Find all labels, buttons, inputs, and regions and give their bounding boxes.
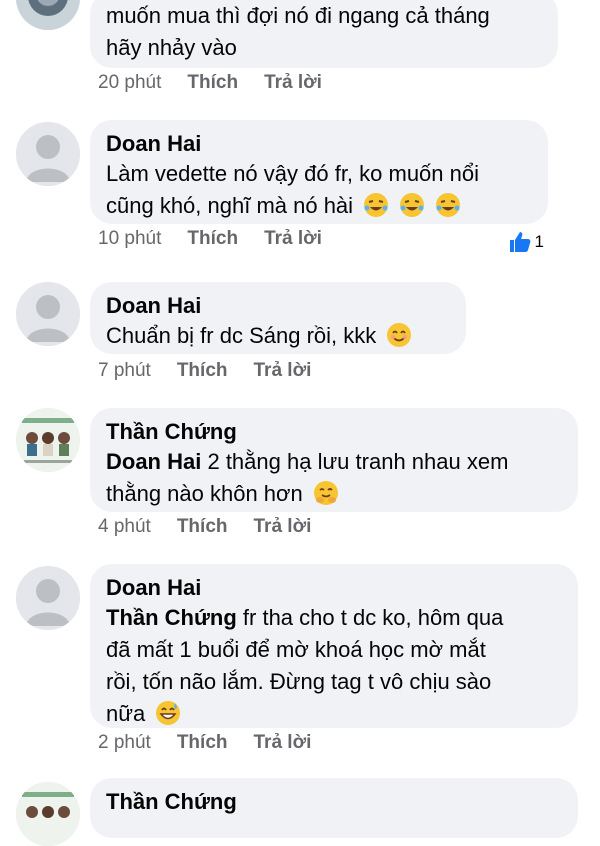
comment-author[interactable]: Doan Hai	[106, 130, 532, 158]
comment-bubble: Doan Hai Chuẩn bị fr dc Sáng rồi, kkk	[90, 282, 466, 354]
comment-text: rồi, tốn não lắm. Đừng tag t vô chịu sào	[106, 669, 492, 694]
comment-text: fr tha cho t dc ko, hôm qua	[236, 605, 504, 630]
commenter-avatar[interactable]	[16, 122, 80, 186]
comment-bubble: muốn mua thì đợi nó đi ngang cả tháng hã…	[90, 0, 558, 68]
like-button[interactable]: Thích	[187, 228, 238, 250]
comment-text: đã mất 1 buổi để mờ khoá học mờ mắt	[106, 637, 486, 662]
like-button[interactable]: Thích	[177, 360, 228, 382]
reply-button[interactable]: Trả lời	[264, 72, 322, 94]
comment-time[interactable]: 4 phút	[98, 516, 151, 538]
comment-author[interactable]: Doan Hai	[106, 574, 562, 602]
comment-text: muốn mua thì đợi nó đi ngang cả tháng	[106, 3, 490, 28]
comment-text: 2 thằng hạ lưu tranh nhau xem	[201, 449, 509, 474]
rolling-laughing-emoji	[436, 193, 461, 217]
comment-text: nữa	[106, 701, 146, 726]
commenter-avatar[interactable]	[16, 782, 80, 846]
comment-bubble: Doan Hai Thần Chứng fr tha cho t dc ko, …	[90, 564, 578, 728]
comment-text-line: thằng nào khôn hơn	[106, 478, 562, 510]
rolling-laughing-emoji	[364, 193, 389, 217]
comment-text: cũng khó, nghĩ mà nó hài	[106, 193, 354, 218]
commenter-avatar[interactable]	[16, 282, 80, 346]
mention-tag[interactable]: Doan Hai	[106, 449, 201, 474]
reply-button[interactable]: Trả lời	[254, 360, 312, 382]
comment-author[interactable]: Doan Hai	[106, 292, 450, 320]
comment-text-line: nữa	[106, 698, 562, 730]
comment-bubble: Doan Hai Làm vedette nó vậy đó fr, ko mu…	[90, 120, 548, 224]
comment-text-line: Doan Hai 2 thằng hạ lưu tranh nhau xem	[106, 446, 562, 478]
comment-meta: 4 phút Thích Trả lời	[98, 516, 337, 538]
comment-time[interactable]: 2 phút	[98, 732, 151, 754]
comment-text: Chuẩn bị fr dc Sáng rồi, kkk	[106, 323, 377, 348]
like-button[interactable]: Thích	[177, 516, 228, 538]
comment-meta: 10 phút Thích Trả lời	[98, 228, 348, 250]
comment-author[interactable]: Thần Chứng	[106, 418, 562, 446]
reply-button[interactable]: Trả lời	[254, 516, 312, 538]
commenter-avatar[interactable]	[16, 0, 80, 30]
thumbs-up-icon	[509, 232, 530, 252]
grinning-sweat-emoji	[156, 701, 181, 725]
rolling-laughing-emoji	[400, 193, 425, 217]
like-button[interactable]: Thích	[177, 732, 228, 754]
comment-time[interactable]: 10 phút	[98, 228, 161, 250]
hugging-emoji	[313, 481, 338, 505]
comment-time[interactable]: 7 phút	[98, 360, 151, 382]
comment-text: Làm vedette nó vậy đó fr, ko muốn nổi	[106, 161, 480, 186]
comment-text-line: Thần Chứng fr tha cho t dc ko, hôm qua	[106, 602, 562, 634]
comment-bubble: Thần Chứng	[90, 778, 578, 838]
comment-author[interactable]: Thần Chứng	[106, 788, 562, 816]
comment-meta: 20 phút Thích Trả lời	[98, 72, 348, 94]
comment-bubble: Thần Chứng Doan Hai 2 thằng hạ lưu tranh…	[90, 408, 578, 512]
reaction-summary[interactable]: 1	[508, 230, 544, 254]
reply-button[interactable]: Trả lời	[254, 732, 312, 754]
comment-text: hãy nhảy vào	[106, 35, 237, 60]
comment-text-line: Chuẩn bị fr dc Sáng rồi, kkk	[106, 320, 450, 352]
comment-text-line: cũng khó, nghĩ mà nó hài	[106, 190, 532, 222]
commenter-avatar[interactable]	[16, 408, 80, 472]
comment-meta: 2 phút Thích Trả lời	[98, 732, 337, 754]
comment-time[interactable]: 20 phút	[98, 72, 161, 94]
reply-button[interactable]: Trả lời	[264, 228, 322, 250]
commenter-avatar[interactable]	[16, 566, 80, 630]
comment-text: thằng nào khôn hơn	[106, 481, 303, 506]
mention-tag[interactable]: Thần Chứng	[106, 605, 237, 630]
like-button[interactable]: Thích	[187, 72, 238, 94]
smiling-emoji	[387, 323, 412, 347]
reaction-count: 1	[534, 232, 544, 251]
comment-meta: 7 phút Thích Trả lời	[98, 360, 337, 382]
